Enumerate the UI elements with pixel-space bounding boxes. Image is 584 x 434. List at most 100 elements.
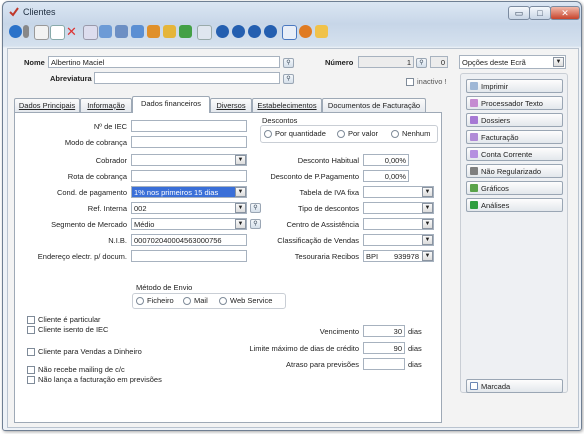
email-field[interactable] bbox=[131, 250, 247, 262]
facturacao-button[interactable]: Facturação bbox=[466, 130, 563, 144]
tab-documentos-facturacao[interactable]: Documentos de Facturação bbox=[322, 98, 426, 112]
tabela-iva-dropdown-icon[interactable]: ▼ bbox=[422, 187, 433, 197]
clientes-window: Clientes ▭ □ ✕ ✕ Nome Albertino Maciel ⚲… bbox=[2, 1, 582, 431]
previous-icon[interactable] bbox=[232, 25, 245, 38]
opcoes-ecra-select[interactable]: Opções deste Ecrã bbox=[459, 55, 566, 69]
classificacao-vendas-dropdown-icon[interactable]: ▼ bbox=[422, 235, 433, 245]
next-icon[interactable] bbox=[248, 25, 261, 38]
atraso-field[interactable] bbox=[363, 358, 405, 370]
numero-lookup-icon[interactable]: ⚲ bbox=[416, 58, 427, 68]
nome-lookup-icon[interactable]: ⚲ bbox=[283, 58, 294, 68]
grid-icon[interactable] bbox=[99, 25, 112, 38]
nao-regularizado-button[interactable]: Não Regularizado bbox=[466, 164, 563, 178]
help-icon[interactable] bbox=[282, 25, 297, 40]
limite-credito-dias: dias bbox=[408, 344, 422, 353]
chart-icon[interactable] bbox=[179, 25, 192, 38]
imprimir-label: Imprimir bbox=[481, 82, 509, 91]
window-title: Clientes bbox=[23, 7, 56, 17]
processador-texto-button[interactable]: Processador Texto bbox=[466, 96, 563, 110]
opcoes-ecra-dropdown-icon[interactable]: ▼ bbox=[553, 57, 564, 67]
refresh-icon[interactable] bbox=[299, 25, 312, 38]
nao-lanca-facturacao-checkbox[interactable] bbox=[27, 376, 35, 384]
graficos-button[interactable]: Gráficos bbox=[466, 181, 563, 195]
analises-button[interactable]: Análises bbox=[466, 198, 563, 212]
tab-dados-financeiros[interactable]: Dados financeiros bbox=[132, 96, 210, 113]
minimize-button[interactable]: ▭ bbox=[508, 6, 530, 20]
limite-credito-field[interactable]: 90 bbox=[363, 342, 405, 354]
nao-regularizado-label: Não Regularizado bbox=[481, 167, 542, 176]
back-icon[interactable] bbox=[9, 25, 22, 38]
ficheiro-radio[interactable] bbox=[136, 297, 144, 305]
nib-field[interactable]: 000702040004563000756 bbox=[131, 234, 247, 246]
dossiers-button[interactable]: Dossiers bbox=[466, 113, 563, 127]
close-button[interactable]: ✕ bbox=[550, 6, 580, 20]
email-label: Endereço electr. p/ docum. bbox=[37, 252, 127, 261]
webservice-radio[interactable] bbox=[219, 297, 227, 305]
modo-cobranca-field[interactable] bbox=[131, 136, 247, 148]
vencimento-field[interactable]: 30 bbox=[363, 325, 405, 337]
tesouraria-dropdown-icon[interactable]: ▼ bbox=[422, 251, 433, 261]
tools-icon[interactable] bbox=[147, 25, 160, 38]
metodo-envio-title: Método de Envio bbox=[136, 283, 193, 292]
title-bar: Clientes ▭ □ ✕ bbox=[3, 2, 581, 22]
imprimir-button[interactable]: Imprimir bbox=[466, 79, 563, 93]
copy-icon[interactable] bbox=[50, 25, 65, 40]
mail-label: Mail bbox=[194, 296, 208, 305]
cliente-isento-iec-checkbox[interactable] bbox=[27, 326, 35, 334]
nib-label: N.I.B. bbox=[108, 236, 127, 245]
nome-field[interactable]: Albertino Maciel bbox=[48, 56, 280, 68]
descontos-group: Por quantidade Por valor Nenhum bbox=[260, 125, 438, 143]
numero-field[interactable]: 1 bbox=[358, 56, 414, 68]
account-icon bbox=[470, 150, 478, 158]
notes-icon[interactable] bbox=[315, 25, 328, 38]
conta-corrente-button[interactable]: Conta Corrente bbox=[466, 147, 563, 161]
iec-field[interactable] bbox=[131, 120, 247, 132]
nenhum-radio[interactable] bbox=[391, 130, 399, 138]
cond-pagamento-select[interactable]: 1% nos primeiros 15 dias bbox=[131, 186, 247, 198]
rota-cobranca-label: Rota de cobrança bbox=[67, 172, 127, 181]
properties-icon[interactable] bbox=[83, 25, 98, 40]
mail-radio[interactable] bbox=[183, 297, 191, 305]
chart-icon bbox=[470, 184, 478, 192]
folder-icon[interactable] bbox=[115, 25, 128, 38]
limite-credito-label: Limite máximo de dias de crédito bbox=[249, 344, 359, 353]
por-valor-radio[interactable] bbox=[337, 130, 345, 138]
print-icon[interactable] bbox=[131, 25, 144, 38]
nenhum-label: Nenhum bbox=[402, 129, 431, 138]
abreviatura-field[interactable] bbox=[94, 72, 280, 84]
last-icon[interactable] bbox=[264, 25, 277, 38]
rota-cobranca-field[interactable] bbox=[131, 170, 247, 182]
tab-dados-principais[interactable]: Dados Principais bbox=[14, 98, 80, 112]
tipo-descontos-dropdown-icon[interactable]: ▼ bbox=[422, 203, 433, 213]
cliente-particular-checkbox[interactable] bbox=[27, 316, 35, 324]
new-icon[interactable] bbox=[34, 25, 49, 40]
tab-informacao[interactable]: Informação bbox=[80, 98, 132, 112]
modo-cobranca-label: Modo de cobrança bbox=[64, 138, 127, 147]
delete-icon[interactable]: ✕ bbox=[66, 25, 79, 38]
export-icon[interactable] bbox=[163, 25, 176, 38]
nao-recebe-mailing-label: Não recebe mailing de c/c bbox=[38, 365, 125, 374]
ref-interna-select[interactable]: 002 bbox=[131, 202, 247, 214]
segmento-select[interactable]: Médio bbox=[131, 218, 247, 230]
tab-label: Informação bbox=[87, 101, 125, 110]
desconto-habitual-field[interactable]: 0,00% bbox=[363, 154, 409, 166]
tab-estabelecimentos[interactable]: Estabelecimentos bbox=[252, 98, 322, 112]
inactivo-checkbox[interactable] bbox=[406, 78, 414, 86]
tab-diversos[interactable]: Diversos bbox=[210, 98, 252, 112]
centro-assistencia-dropdown-icon[interactable]: ▼ bbox=[422, 219, 433, 229]
cobrador-label: Cobrador bbox=[95, 156, 127, 165]
first-icon[interactable] bbox=[216, 25, 229, 38]
cobrador-select[interactable] bbox=[131, 154, 247, 166]
desconto-pp-field[interactable]: 0,00% bbox=[363, 170, 409, 182]
por-quantidade-radio[interactable] bbox=[264, 130, 272, 138]
app-check-icon bbox=[9, 7, 19, 17]
cliente-vendas-dinheiro-checkbox[interactable] bbox=[27, 348, 35, 356]
numero-sub-field[interactable]: 0 bbox=[430, 56, 448, 68]
dropdown-icon[interactable] bbox=[23, 25, 29, 38]
webservice-label: Web Service bbox=[230, 296, 273, 305]
preview-icon[interactable] bbox=[197, 25, 212, 40]
abreviatura-lookup-icon[interactable]: ⚲ bbox=[283, 74, 294, 84]
maximize-button[interactable]: □ bbox=[529, 6, 551, 20]
marcada-toggle[interactable]: Marcada bbox=[466, 379, 563, 393]
nao-recebe-mailing-checkbox[interactable] bbox=[27, 366, 35, 374]
